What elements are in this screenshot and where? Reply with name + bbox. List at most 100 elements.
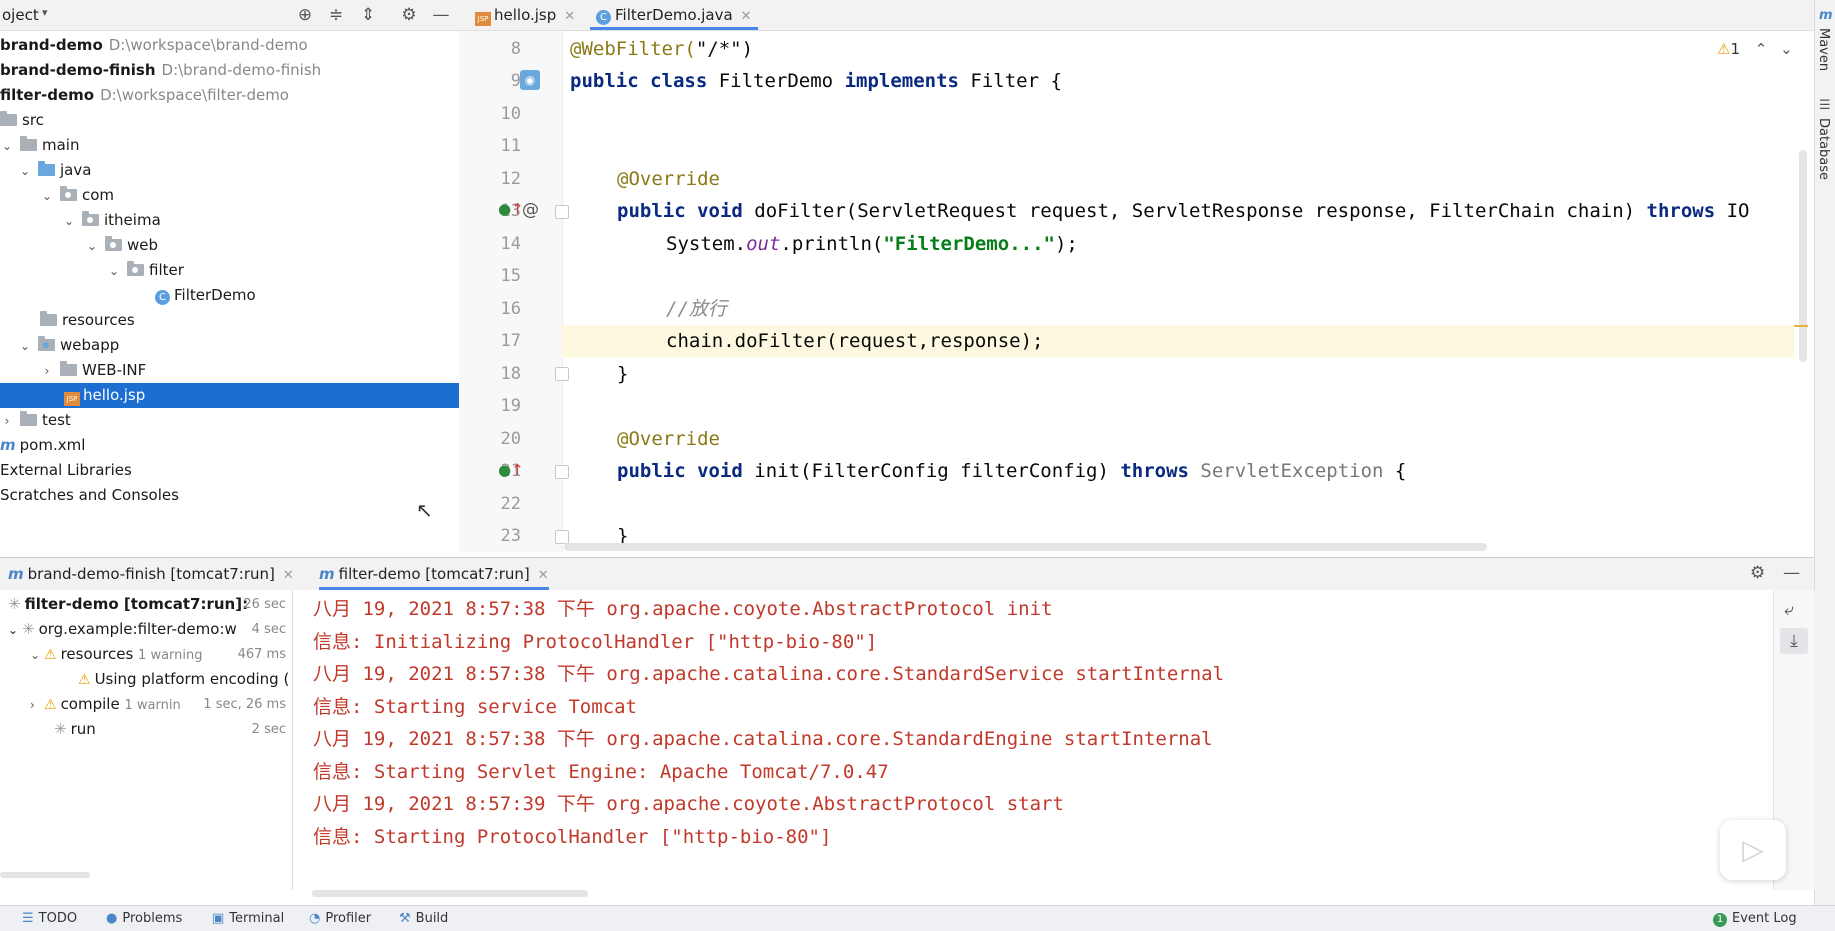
code-token: chain.doFilter(request,response); <box>666 330 1044 352</box>
chevron-down-icon[interactable]: ⌄ <box>1780 40 1793 58</box>
tree-item-java[interactable]: ⌄ java <box>18 158 91 183</box>
web-filter-icon[interactable]: ◉ <box>520 70 540 90</box>
tree-item-main[interactable]: ⌄ main <box>0 133 79 158</box>
chevron-down-icon[interactable]: ⌄ <box>0 134 14 159</box>
build-node-root[interactable]: ✳ filter-demo [tomcat7:run]: 26 sec <box>8 592 292 617</box>
terminal-tool-button[interactable]: ▣ Terminal <box>212 906 284 931</box>
run-tab-bar: m brand-demo-finish [tomcat7:run] ✕ m filte… <box>0 557 1814 591</box>
tree-item-filter[interactable]: ⌄ filter <box>107 258 184 283</box>
gear-icon[interactable]: ⚙ <box>398 4 420 26</box>
implements-method-icon[interactable]: ●↑ <box>498 461 524 479</box>
tree-item-itheima[interactable]: ⌄ itheima <box>62 208 161 233</box>
editor-vertical-scrollbar[interactable] <box>1799 150 1807 362</box>
tab-filter-demo-run[interactable]: m filter-demo [tomcat7:run] ✕ <box>319 558 549 590</box>
tree-item-filter-demo[interactable]: filter-demo D:\workspace\filter-demo <box>0 83 289 108</box>
chevron-down-icon[interactable]: ⌄ <box>8 618 22 643</box>
tab-hello-jsp[interactable]: JSP hello.jsp ✕ <box>469 0 581 30</box>
tree-item-src[interactable]: src <box>0 108 44 133</box>
tree-item-hello-jsp[interactable]: JSP hello.jsp <box>0 383 459 408</box>
console-horizontal-scrollbar[interactable] <box>312 890 588 897</box>
fold-marker-icon[interactable] <box>555 367 569 381</box>
code-line-12[interactable]: @Override <box>617 163 720 196</box>
tree-item-path: D:\brand-demo-finish <box>161 61 322 79</box>
build-node-run[interactable]: ✳ run 2 sec <box>54 717 292 742</box>
todo-tool-button[interactable]: ☰ TODO <box>22 906 77 931</box>
code-line-20[interactable]: @Override <box>617 423 720 456</box>
fold-marker-icon[interactable] <box>555 530 569 544</box>
code-line-17[interactable]: chain.doFilter(request,response); <box>666 325 1044 358</box>
annotation-icon[interactable]: @ <box>522 200 539 220</box>
chevron-right-icon[interactable]: › <box>30 693 44 718</box>
chevron-right-icon[interactable]: › <box>40 359 54 384</box>
build-node-resources[interactable]: ⌄ ⚠ resources 1 warning 467 ms <box>30 642 292 667</box>
chevron-down-icon[interactable]: ⌄ <box>40 184 54 209</box>
chevron-down-icon[interactable]: ⌄ <box>107 259 121 284</box>
soft-wrap-icon[interactable]: ⤶ <box>1784 600 1794 620</box>
mouse-cursor-icon: ↖ <box>416 498 433 522</box>
build-node-module[interactable]: ⌄ ✳ org.example:filter-demo:w 4 sec <box>8 617 292 642</box>
chevron-right-icon[interactable]: › <box>0 409 14 434</box>
tree-item-test[interactable]: › test <box>0 408 71 433</box>
chevron-down-icon[interactable]: ⌄ <box>18 159 32 184</box>
build-node-encoding-warning[interactable]: ⚠ Using platform encoding ( <box>78 667 292 692</box>
code-line-9[interactable]: public class FilterDemo implements Filte… <box>570 65 1062 98</box>
code-line-21[interactable]: public void init(FilterConfig filterConf… <box>617 455 1406 488</box>
implements-method-icon[interactable]: ●↑ <box>498 200 524 218</box>
fold-marker-icon[interactable] <box>555 205 569 219</box>
event-log-button[interactable]: 1 Event Log <box>1713 906 1797 931</box>
code-line-14[interactable]: System.out.println("FilterDemo..."); <box>666 228 1078 261</box>
editor-horizontal-scrollbar[interactable] <box>564 543 1487 551</box>
tree-item-external-libraries[interactable]: External Libraries <box>0 458 132 483</box>
build-tool-button[interactable]: ⚒ Build <box>399 906 448 931</box>
fold-marker-icon[interactable] <box>555 465 569 479</box>
chevron-down-icon[interactable]: ⌄ <box>85 234 99 259</box>
chevron-down-icon[interactable]: ⌄ <box>18 334 32 359</box>
tree-item-brand-demo[interactable]: brand-demo D:\workspace\brand-demo <box>0 33 308 58</box>
code-line-18[interactable]: } <box>617 358 628 391</box>
locate-file-icon[interactable]: ⊕ <box>294 4 316 26</box>
tree-item-pom-xml[interactable]: m pom.xml <box>0 433 85 458</box>
gear-icon[interactable]: ⚙ <box>1750 563 1765 583</box>
tree-item-webapp[interactable]: ⌄ webapp <box>18 333 119 358</box>
chevron-down-icon[interactable]: ⌄ <box>30 643 44 668</box>
profiler-tool-button[interactable]: ◔ Profiler <box>309 906 371 931</box>
code-token: Filter { <box>958 70 1062 92</box>
chevron-down-icon[interactable]: ▾ <box>42 6 48 19</box>
database-tool-button[interactable]: Database <box>1816 118 1831 180</box>
scroll-to-end-icon[interactable]: ⤓ <box>1780 628 1808 654</box>
code-line-13[interactable]: public void doFilter(ServletRequest requ… <box>617 195 1750 228</box>
play-overlay-icon[interactable]: ▷ <box>1720 820 1786 880</box>
inspection-widget[interactable]: ⚠1 ⌃ ⌄ <box>1717 40 1793 58</box>
tab-brand-demo-finish-run[interactable]: m brand-demo-finish [tomcat7:run] ✕ <box>8 558 294 590</box>
build-node-label: compile <box>60 695 120 713</box>
close-icon[interactable]: ✕ <box>283 568 294 583</box>
tree-item-web-inf[interactable]: › WEB-INF <box>40 358 146 383</box>
close-icon[interactable]: ✕ <box>741 9 752 24</box>
spinner-icon: ✳ <box>54 720 67 738</box>
close-icon[interactable]: ✕ <box>538 568 549 583</box>
collapse-all-icon[interactable]: ⇕ <box>357 4 379 26</box>
code-line-8[interactable]: @WebFilter("/*") <box>570 33 753 66</box>
java-class-icon: C <box>155 290 170 305</box>
hide-panel-icon[interactable]: — <box>1783 563 1800 583</box>
code-line-16[interactable]: //放行 <box>666 293 727 326</box>
tree-item-filterdemo[interactable]: C FilterDemo <box>155 283 256 308</box>
hide-panel-icon[interactable]: — <box>430 4 452 26</box>
build-node-compile[interactable]: › ⚠ compile 1 warnin 1 sec, 26 ms <box>30 692 292 717</box>
tree-item-scratches[interactable]: Scratches and Consoles <box>0 483 179 508</box>
project-panel-title[interactable]: oject <box>2 6 39 24</box>
close-icon[interactable]: ✕ <box>564 9 575 24</box>
tree-item-com[interactable]: ⌄ com <box>40 183 114 208</box>
folder-icon <box>60 361 77 376</box>
tree-item-resources[interactable]: resources <box>40 308 135 333</box>
chevron-down-icon[interactable]: ⌄ <box>62 209 76 234</box>
maven-tool-button[interactable]: Maven <box>1816 28 1831 71</box>
tab-filterdemo-java[interactable]: C FilterDemo.java ✕ <box>590 0 758 30</box>
console-line: 信息: Starting ProtocolHandler ["http-bio-… <box>313 826 832 848</box>
tree-item-brand-demo-finish[interactable]: brand-demo-finish D:\brand-demo-finish <box>0 58 321 83</box>
problems-tool-button[interactable]: ● Problems <box>106 906 182 931</box>
tree-item-web[interactable]: ⌄ web <box>85 233 158 258</box>
build-tree-scrollbar[interactable] <box>0 872 90 878</box>
chevron-up-icon[interactable]: ⌃ <box>1755 40 1768 58</box>
expand-all-icon[interactable]: ≑ <box>325 4 347 26</box>
